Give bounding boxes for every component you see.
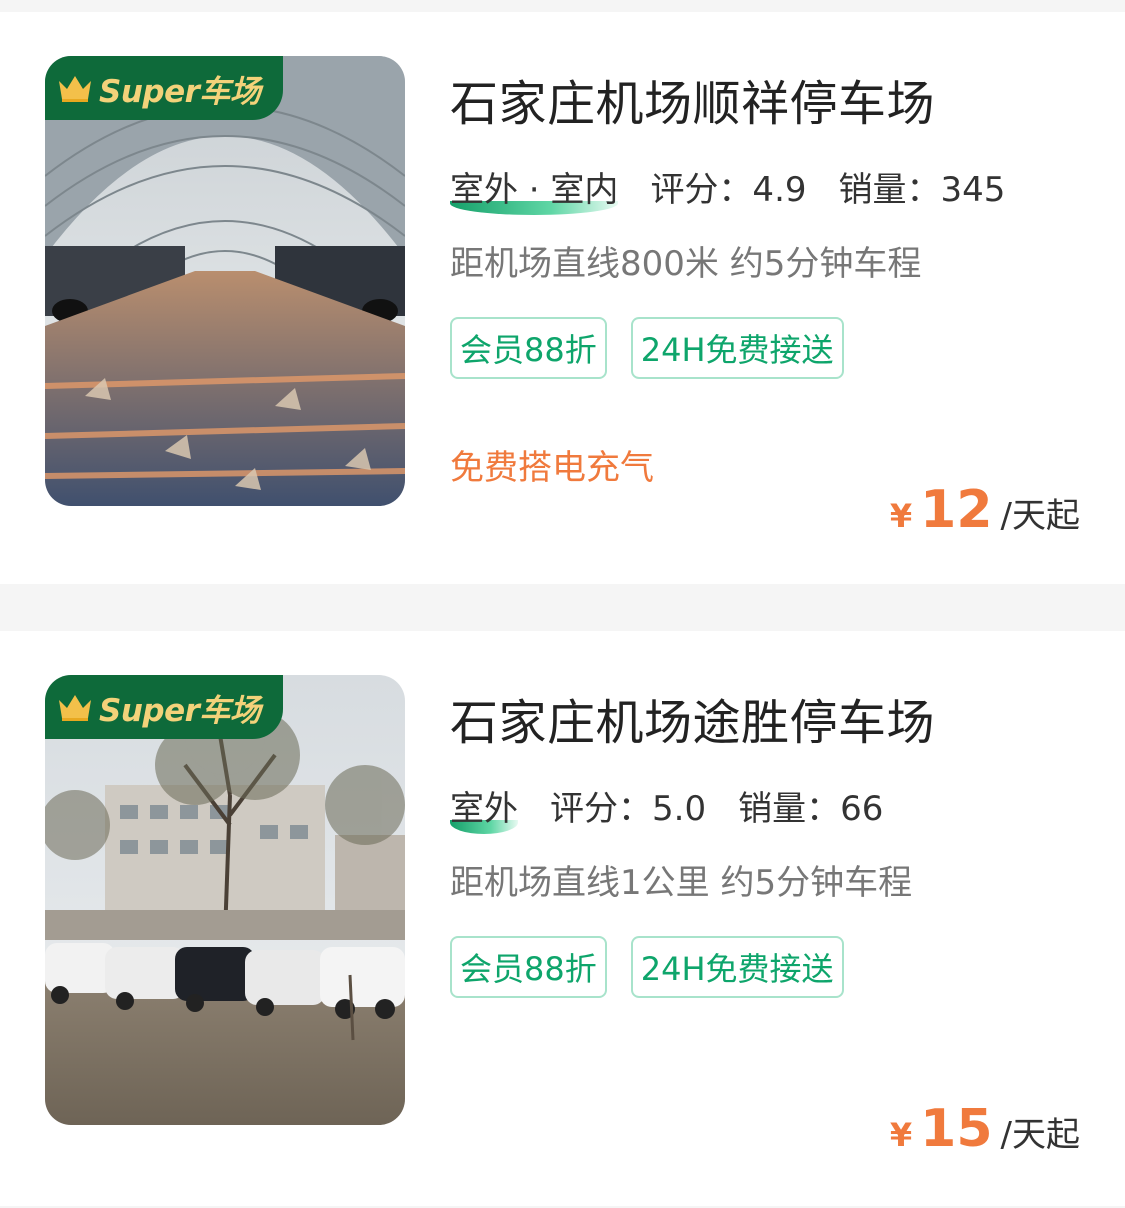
rating: 评分：5.0 xyxy=(550,789,707,829)
parking-lot-title: 石家庄机场途胜停车场 xyxy=(450,695,936,751)
parking-type: 室外 xyxy=(450,781,518,834)
sales-count: 销量：66 xyxy=(738,789,884,829)
parking-lot-meta: 室外 评分：5.0 销量：66 xyxy=(450,781,884,834)
super-lot-badge: Super车场 xyxy=(45,56,283,120)
price: ¥ 12 /天起 xyxy=(890,480,1080,540)
parking-lot-meta: 室外 · 室内 评分：4.9 销量：345 xyxy=(450,162,1006,215)
parking-lot-list: Super车场 石家庄机场顺祥停车场 室外 · 室内 评分：4.9 销量：345… xyxy=(0,0,1125,1208)
tag-free-shuttle: 24H免费接送 xyxy=(630,317,844,379)
tag-list: 会员88折 24H免费接送 xyxy=(450,936,868,998)
rating: 评分：4.9 xyxy=(650,170,807,210)
price-unit: /天起 xyxy=(1000,1115,1080,1155)
parking-type: 室外 · 室内 xyxy=(450,162,619,215)
promo-text: 免费搭电充气 xyxy=(450,448,654,488)
crown-icon xyxy=(59,695,91,721)
parking-lot-card[interactable]: Super车场 石家庄机场顺祥停车场 室外 · 室内 评分：4.9 销量：345… xyxy=(0,12,1125,584)
distance-info: 距机场直线1公里 约5分钟车程 xyxy=(450,863,913,903)
price-amount: 15 xyxy=(920,1099,993,1159)
parking-lot-photo: Super车场 xyxy=(45,675,405,1125)
distance-info: 距机场直线800米 约5分钟车程 xyxy=(450,244,922,284)
currency-symbol: ¥ xyxy=(889,497,913,535)
price-unit: /天起 xyxy=(1000,496,1080,536)
tag-free-shuttle: 24H免费接送 xyxy=(630,936,844,998)
super-badge-label: Super车场 xyxy=(99,73,261,110)
parking-lot-title: 石家庄机场顺祥停车场 xyxy=(450,76,936,132)
crown-icon xyxy=(59,76,91,102)
tag-list: 会员88折 24H免费接送 xyxy=(450,317,868,379)
parking-lot-photo: Super车场 xyxy=(45,56,405,506)
currency-symbol: ¥ xyxy=(889,1116,913,1154)
price-amount: 12 xyxy=(920,480,993,540)
tag-member-discount: 会员88折 xyxy=(450,317,607,379)
sales-count: 销量：345 xyxy=(838,170,1006,210)
super-lot-badge: Super车场 xyxy=(45,675,283,739)
super-badge-label: Super车场 xyxy=(99,692,261,729)
price: ¥ 15 /天起 xyxy=(890,1099,1080,1159)
parking-lot-card[interactable]: Super车场 石家庄机场途胜停车场 室外 评分：5.0 销量：66 距机场直线… xyxy=(0,631,1125,1206)
tag-member-discount: 会员88折 xyxy=(450,936,607,998)
